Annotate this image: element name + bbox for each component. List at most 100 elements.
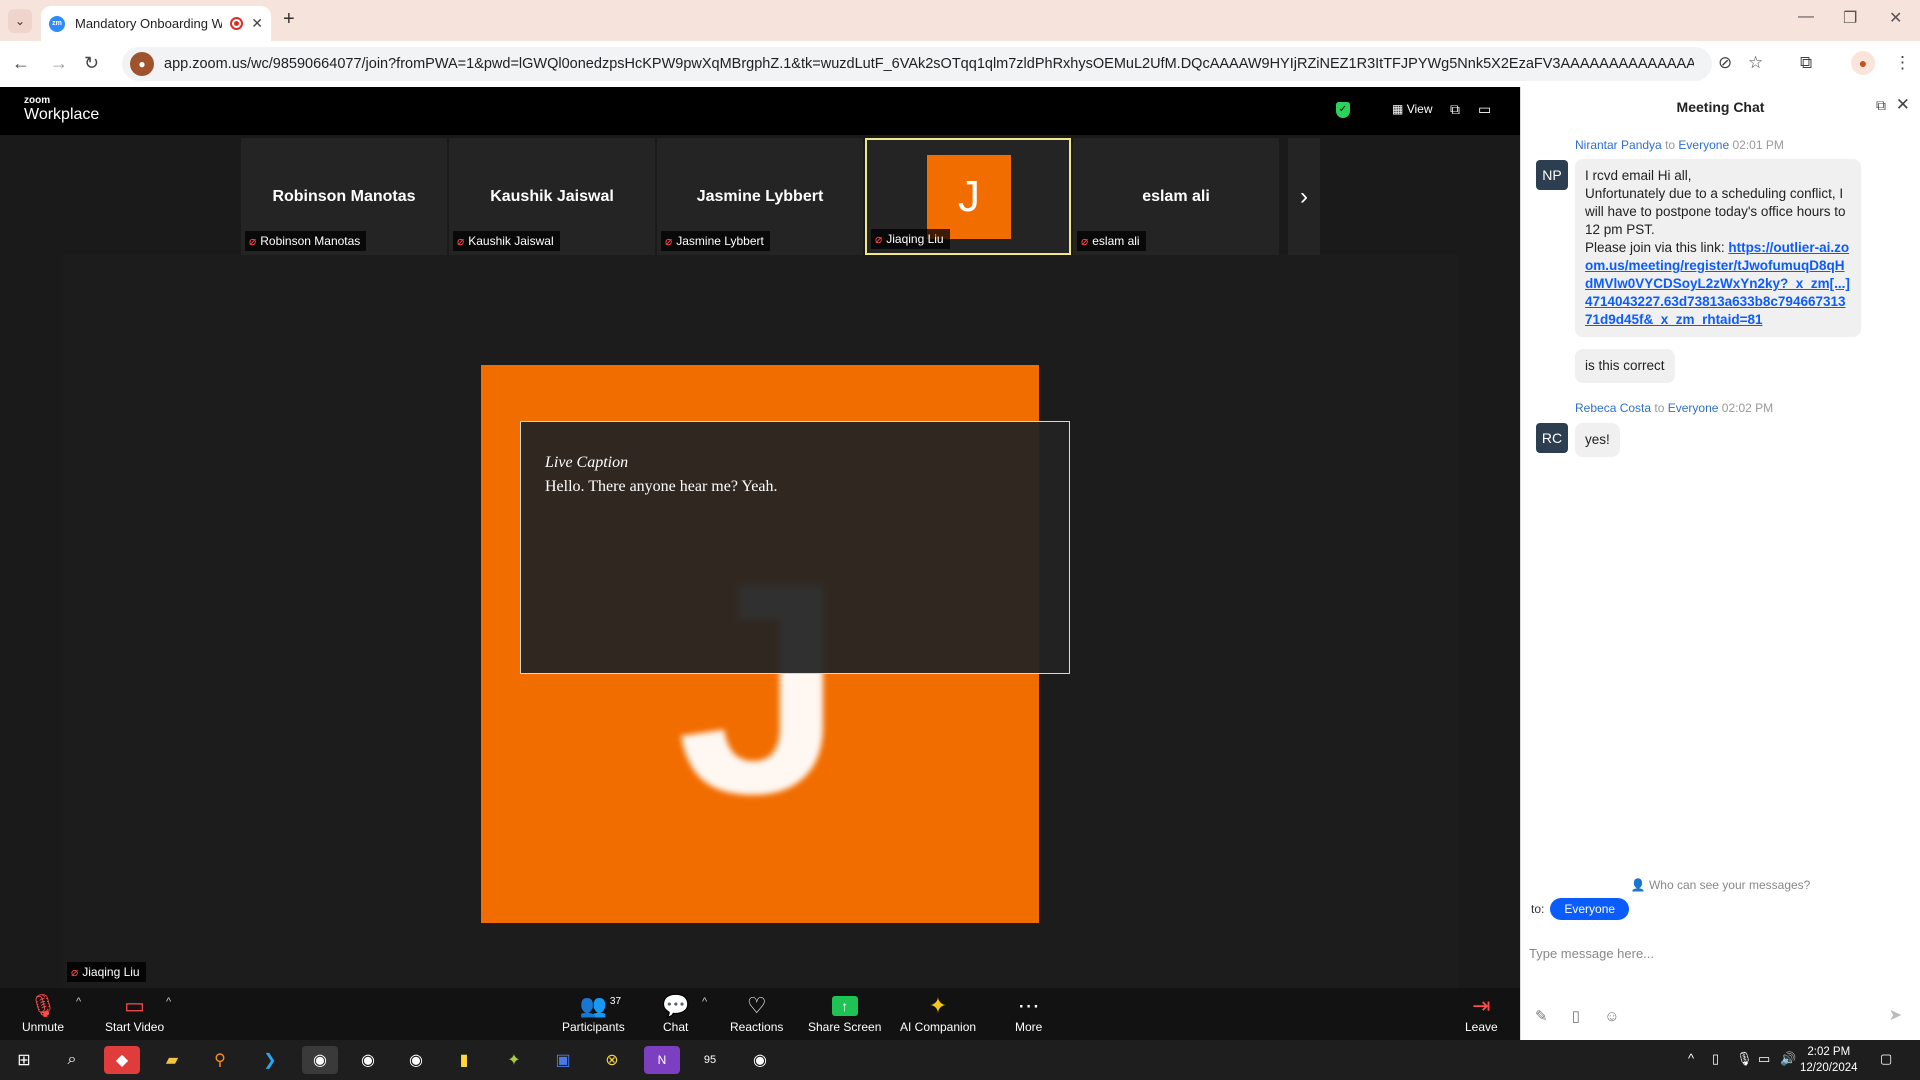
gallery-toggle-icon[interactable]: ⧉	[1450, 101, 1460, 118]
participant-tile-active-speaker[interactable]: J ⌀ Jiaqing Liu	[865, 138, 1071, 255]
tray-chevron-icon[interactable]: ^	[1688, 1051, 1694, 1066]
reactions-button[interactable]: ♡ Reactions	[730, 992, 783, 1034]
tab-close-icon[interactable]: ✕	[251, 15, 263, 32]
fullscreen-icon[interactable]: ▭	[1478, 101, 1491, 118]
muted-mic-icon: ⌀	[1081, 234, 1089, 248]
tray-device-icon[interactable]: ▯	[1712, 1051, 1719, 1067]
site-mic-icon[interactable]: ●	[130, 52, 154, 76]
tab-search-chevron-icon[interactable]: ⌄	[8, 9, 32, 33]
address-bar[interactable]: ● app.zoom.us/wc/98590664077/join?fromPW…	[122, 47, 1712, 81]
format-text-icon[interactable]: ✎	[1535, 1008, 1548, 1025]
app-95-icon[interactable]: 95	[692, 1046, 728, 1074]
chrome-icon-active[interactable]: ◉	[302, 1046, 338, 1074]
sticky-notes-icon[interactable]: ▮	[446, 1046, 482, 1074]
file-explorer-icon[interactable]: ▰	[154, 1046, 190, 1074]
extensions-icon[interactable]: ⧉	[1800, 53, 1812, 73]
popout-icon[interactable]: ⧉	[1876, 97, 1886, 114]
video-options-caret-icon[interactable]: ^	[166, 996, 171, 1008]
windows-start-icon[interactable]: ⊞	[6, 1046, 42, 1074]
sparkle-icon: ✦	[928, 993, 948, 1018]
chrome-icon[interactable]: ◉	[350, 1046, 386, 1074]
live-caption-title: Live Caption	[545, 454, 629, 471]
people-icon: 👤	[1630, 878, 1646, 892]
participants-button[interactable]: 👥 37 Participants	[562, 992, 625, 1034]
audio-options-caret-icon[interactable]: ^	[76, 996, 81, 1008]
browser-tab[interactable]: zm Mandatory Onboarding We ✕	[41, 6, 271, 41]
muted-mic-icon: ⌀	[665, 234, 673, 248]
bookmark-star-icon[interactable]: ☆	[1748, 53, 1763, 73]
view-grid-icon: ▦	[1392, 102, 1404, 116]
security-shield-icon[interactable]: ✓	[1336, 102, 1350, 118]
chat-button[interactable]: 💬 Chat	[662, 992, 689, 1034]
more-dots-icon: ⋯	[1017, 993, 1040, 1018]
restore-icon[interactable]: ❐	[1843, 8, 1857, 28]
zoom-top-bar: zoom Workplace ✓ ▦ View ⧉ ▭	[0, 87, 1520, 135]
live-caption-text: Hello. There anyone hear me? Yeah.	[545, 478, 778, 495]
meeting-chat-panel: Meeting Chat ⧉ ✕ Nirantar Pandya to Ever…	[1520, 87, 1920, 1040]
message-line: Unfortunately due to a scheduling confli…	[1585, 186, 1846, 237]
search-app-icon[interactable]: ⚲	[202, 1046, 238, 1074]
window-close-icon[interactable]: ✕	[1889, 8, 1902, 28]
reload-icon[interactable]: ↻	[84, 53, 99, 74]
participant-tile[interactable]: Robinson Manotas ⌀ Robinson Manotas	[241, 138, 447, 255]
unmute-button[interactable]: 🎙 Unmute	[22, 992, 64, 1034]
clock-date: 12/20/2024	[1800, 1062, 1858, 1074]
chat-message: I rcvd email Hi all, Unfortunately due t…	[1575, 159, 1861, 337]
participants-count: 37	[609, 996, 622, 1007]
strip-next-chevron-icon[interactable]: ›	[1288, 138, 1320, 255]
participant-name: eslam ali	[1142, 188, 1210, 205]
eye-off-icon[interactable]: ⊘	[1718, 53, 1732, 73]
message-line: I rcvd email Hi all,	[1585, 168, 1692, 183]
live-caption-box[interactable]: Live Caption Hello. There anyone hear me…	[520, 421, 1070, 674]
app-icon[interactable]: ✦	[496, 1046, 532, 1074]
participant-tag: ⌀ eslam ali	[1077, 231, 1146, 251]
app-icon[interactable]: ▣	[545, 1046, 581, 1074]
to-label: to:	[1531, 902, 1545, 916]
network-icon[interactable]: ▭	[1758, 1051, 1770, 1067]
chrome-icon[interactable]: ◉	[398, 1046, 434, 1074]
browser-toolbar: ← → ↻ ● app.zoom.us/wc/98590664077/join?…	[0, 41, 1920, 87]
message-input[interactable]	[1529, 923, 1909, 983]
back-arrow-icon[interactable]: ←	[12, 53, 30, 74]
chat-options-caret-icon[interactable]: ^	[702, 996, 707, 1008]
tab-title: Mandatory Onboarding We	[75, 16, 223, 31]
file-icon[interactable]: ▯	[1572, 1008, 1580, 1025]
chrome-icon[interactable]: ◉	[742, 1046, 778, 1074]
vscode-icon[interactable]: ❯	[252, 1046, 288, 1074]
system-clock[interactable]: 2:02 PM 12/20/2024	[1800, 1044, 1858, 1076]
ai-companion-button[interactable]: ✦ AI Companion	[900, 992, 976, 1034]
search-icon[interactable]: ⌕	[54, 1046, 90, 1074]
notifications-icon[interactable]: ▢	[1880, 1051, 1892, 1067]
participant-tile[interactable]: Kaushik Jaiswal ⌀ Kaushik Jaiswal	[449, 138, 655, 255]
start-video-button[interactable]: ▭ Start Video	[105, 992, 164, 1034]
forward-arrow-icon[interactable]: →	[50, 53, 68, 74]
send-icon[interactable]: ➤	[1889, 1005, 1902, 1025]
muted-mic-icon: ⌀	[71, 965, 79, 979]
participant-name: Kaushik Jaiswal	[490, 188, 614, 205]
chat-close-icon[interactable]: ✕	[1896, 95, 1910, 115]
volume-icon[interactable]: 🔊	[1780, 1051, 1796, 1067]
muted-mic-icon: ⌀	[875, 232, 883, 246]
participant-tile[interactable]: Jasmine Lybbert ⌀ Jasmine Lybbert	[657, 138, 863, 255]
recipient-dropdown[interactable]: Everyone	[1550, 898, 1630, 920]
share-screen-button[interactable]: ↑ Share Screen	[808, 992, 881, 1034]
onenote-icon[interactable]: N	[644, 1046, 680, 1074]
browser-menu-icon[interactable]: ⋮	[1894, 53, 1911, 73]
message-meta: Rebeca Costa to Everyone 02:02 PM	[1575, 401, 1774, 415]
more-button[interactable]: ⋯ More	[1015, 992, 1042, 1034]
emoji-icon[interactable]: ☺	[1604, 1008, 1619, 1025]
video-off-icon: ▭	[124, 993, 145, 1018]
view-label: View	[1406, 102, 1433, 116]
participant-tag: ⌀ Robinson Manotas	[245, 231, 367, 251]
app-red-icon[interactable]: ◆	[104, 1046, 140, 1074]
tray-mic-icon[interactable]: 🎙	[1736, 1051, 1753, 1067]
participant-tile[interactable]: eslam ali ⌀ eslam ali	[1073, 138, 1279, 255]
minimize-icon[interactable]: —	[1798, 8, 1814, 26]
profile-avatar[interactable]: ●	[1851, 51, 1875, 75]
view-button[interactable]: ▦ View	[1392, 102, 1432, 116]
leave-button[interactable]: ⇥ Leave	[1465, 992, 1498, 1034]
leave-door-icon: ⇥	[1472, 993, 1491, 1018]
new-tab-plus-icon[interactable]: +	[283, 8, 295, 31]
who-can-see-link[interactable]: 👤 Who can see your messages?	[1521, 878, 1920, 892]
app-icon[interactable]: ⊗	[594, 1046, 630, 1074]
